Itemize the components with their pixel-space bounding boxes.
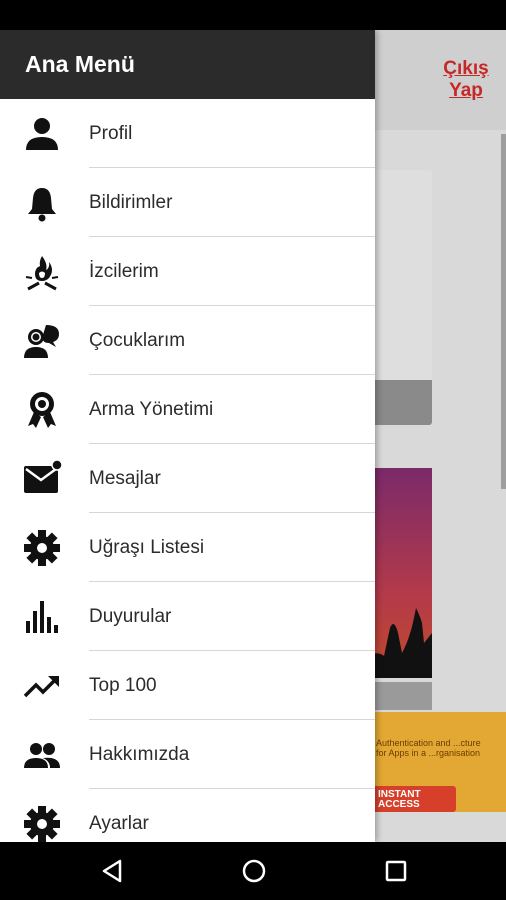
- menu-item-label: Uğraşı Listesi: [89, 537, 205, 558]
- drawer-title: Ana Menü: [0, 30, 375, 99]
- gear-icon: [22, 528, 62, 568]
- menu-item-izcilerim[interactable]: İzcilerim: [0, 237, 375, 306]
- menu-item-label: Bildirimler: [89, 192, 173, 213]
- settings-icon: [22, 804, 62, 843]
- menu-item-label: Hakkımızda: [89, 744, 190, 765]
- menu-item-duyurular[interactable]: Duyurular: [0, 582, 375, 651]
- home-icon[interactable]: [237, 854, 271, 888]
- menu-item-profil[interactable]: Profil: [0, 99, 375, 168]
- mail-icon: [22, 458, 62, 499]
- menu-item-mesajlar[interactable]: Mesajlar: [0, 444, 375, 513]
- menu-item-label: Ayarlar: [89, 813, 149, 834]
- menu-item-bildirimler[interactable]: Bildirimler: [0, 168, 375, 237]
- recents-icon[interactable]: [379, 854, 413, 888]
- menu-item-cocuklarim[interactable]: Çocuklarım: [0, 306, 375, 375]
- campfire-icon: [22, 252, 62, 292]
- logout-link[interactable]: Çıkış Yap: [436, 58, 496, 102]
- menu-item-label: Profil: [89, 123, 133, 144]
- chat-people-icon: [22, 321, 62, 361]
- scrollbar[interactable]: [501, 134, 506, 489]
- people-icon: [22, 735, 62, 775]
- menu-item-label: İzcilerim: [89, 261, 159, 282]
- menu-item-label: Arma Yönetimi: [89, 399, 214, 420]
- bell-icon: [22, 183, 62, 223]
- menu-item-label: Mesajlar: [89, 468, 161, 489]
- menu-item-hakkimizda[interactable]: Hakkımızda: [0, 720, 375, 789]
- menu-item-ayarlar[interactable]: Ayarlar: [0, 789, 375, 842]
- trending-up-icon: [22, 666, 62, 706]
- ad-text: Authentication and ...cture for Apps in …: [376, 738, 481, 758]
- back-icon[interactable]: [96, 854, 130, 888]
- status-bar: [0, 0, 506, 30]
- navigation-drawer: Ana Menü Profil Bildirimler İzcilerim Ço…: [0, 30, 375, 842]
- ad-banner[interactable]: Authentication and ...cture for Apps in …: [362, 712, 506, 812]
- menu-item-label: Duyurular: [89, 606, 172, 627]
- menu-item-label: Top 100: [89, 675, 157, 696]
- bar-chart-icon: [22, 597, 62, 637]
- drawer-menu: Profil Bildirimler İzcilerim Çocuklarım: [0, 99, 375, 842]
- navigation-bar: [0, 842, 506, 900]
- ad-button[interactable]: INSTANT ACCESS: [372, 786, 456, 812]
- person-icon: [22, 114, 62, 154]
- menu-item-arma-yonetimi[interactable]: Arma Yönetimi: [0, 375, 375, 444]
- menu-item-label: Çocuklarım: [89, 330, 186, 351]
- badge-icon: [22, 390, 62, 430]
- menu-item-ugrasi-listesi[interactable]: Uğraşı Listesi: [0, 513, 375, 582]
- menu-item-top-100[interactable]: Top 100: [0, 651, 375, 720]
